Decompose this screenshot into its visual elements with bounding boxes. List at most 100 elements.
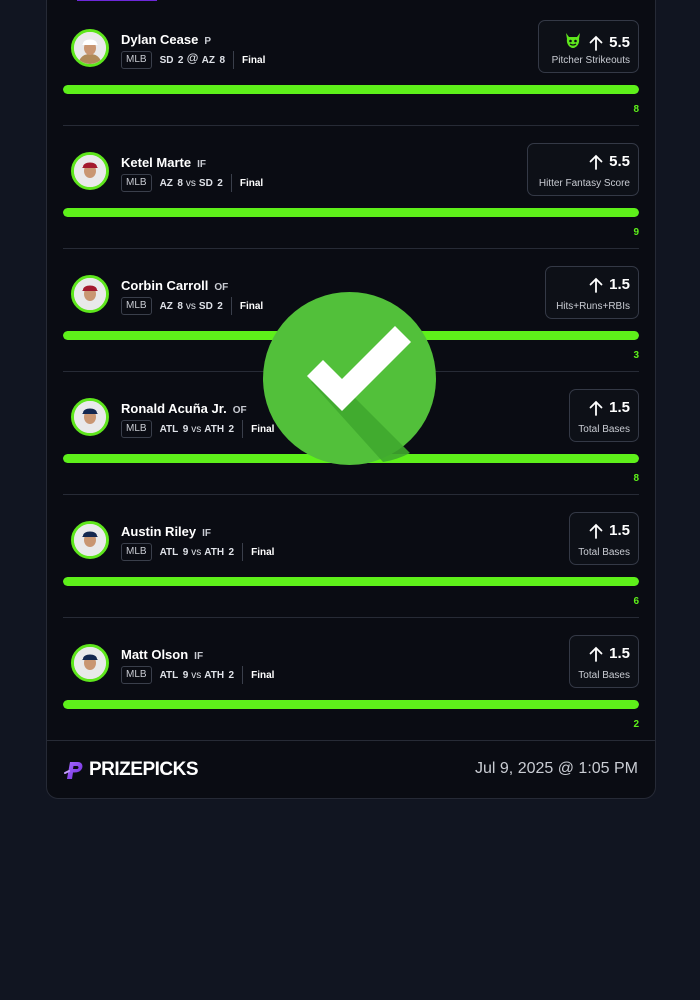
arrow-up-icon: [589, 400, 603, 416]
team1-score: 2: [177, 54, 184, 66]
actual-value: 2: [633, 719, 639, 730]
actual-value: 8: [633, 104, 639, 115]
brand-name: PRIZEPICKS: [89, 759, 199, 780]
arrow-up-icon: [589, 523, 603, 539]
team2-abbr: AZ: [201, 54, 216, 66]
game-info: MLB AZ 8 vs SD 2 Final: [121, 297, 263, 315]
pick-row[interactable]: Ketel Marte IF MLB AZ 8 vs SD 2 Final 5.…: [63, 125, 639, 249]
league-badge: MLB: [121, 174, 152, 192]
stat-type: Hitter Fantasy Score: [538, 178, 630, 189]
actual-value: 6: [633, 596, 639, 607]
league-badge: MLB: [121, 51, 152, 69]
player-position: OF: [214, 282, 229, 293]
player-avatar: [71, 521, 109, 559]
matchup-separator: vs: [191, 546, 202, 558]
card-top-accent: [77, 0, 157, 1]
projection-box[interactable]: 1.5 Total Bases: [569, 512, 639, 565]
progress-fill: [63, 208, 639, 217]
matchup-separator: @: [186, 51, 199, 65]
player-avatar: [71, 29, 109, 67]
projection-box[interactable]: 1.5 Hits+Runs+RBIs: [545, 266, 639, 319]
player-avatar: [71, 398, 109, 436]
game-info: MLB AZ 8 vs SD 2 Final: [121, 174, 263, 192]
team1-abbr: ATL: [159, 546, 179, 558]
stat-type: Total Bases: [578, 670, 630, 681]
stat-type: Hits+Runs+RBIs: [556, 301, 630, 312]
team1-abbr: AZ: [159, 177, 173, 189]
league-badge: MLB: [121, 420, 152, 438]
game-info: MLB ATL 9 vs ATH 2 Final: [121, 666, 274, 684]
arrow-up-icon: [589, 35, 603, 51]
team1-score: 9: [182, 423, 189, 435]
card-footer: PRIZEPICKS Jul 9, 2025 @ 1:05 PM: [47, 740, 655, 798]
matchup-separator: vs: [191, 423, 202, 435]
entry-date: Jul 9, 2025 @ 1:05 PM: [475, 760, 638, 777]
team2-score: 2: [228, 423, 235, 435]
arrow-up-icon: [589, 646, 603, 662]
game-status: Final: [239, 177, 264, 189]
matchup-separator: vs: [191, 669, 202, 681]
divider: [242, 543, 244, 561]
team1-score: 9: [182, 669, 189, 681]
game-status: Final: [242, 54, 266, 66]
arrow-up-icon: [589, 277, 603, 293]
prizepicks-logo[interactable]: PRIZEPICKS: [63, 759, 199, 781]
team1-abbr: ATL: [159, 423, 179, 435]
pick-row[interactable]: Dylan Cease P MLB SD 2 @ AZ 8 Final 5.5 …: [63, 2, 639, 126]
actual-value: 3: [633, 350, 639, 361]
projection-line: 5.5: [609, 34, 630, 51]
player-name: Corbin Carroll: [121, 278, 209, 293]
team2-score: 2: [228, 546, 235, 558]
projection-line: 1.5: [609, 399, 630, 416]
progress-fill: [63, 577, 639, 586]
team1-abbr: ATL: [159, 669, 179, 681]
league-badge: MLB: [121, 543, 152, 561]
player-position: IF: [194, 651, 204, 662]
divider: [230, 174, 232, 192]
player-name: Dylan Cease: [121, 32, 199, 47]
league-badge: MLB: [121, 297, 152, 315]
projection-box[interactable]: 1.5 Total Bases: [569, 635, 639, 688]
team1-score: 8: [177, 300, 183, 312]
team1-score: 9: [182, 546, 189, 558]
game-info: MLB ATL 9 vs ATH 2 Final: [121, 543, 274, 561]
progress-bar: [63, 208, 639, 217]
projection-box[interactable]: 1.5 Total Bases: [569, 389, 639, 442]
player-position: IF: [197, 159, 206, 170]
player-avatar: [71, 275, 109, 313]
game-info: MLB ATL 9 vs ATH 2 Final: [121, 420, 274, 438]
projection-box[interactable]: 5.5 Hitter Fantasy Score: [527, 143, 639, 196]
team1-abbr: AZ: [159, 300, 173, 312]
pick-row[interactable]: Austin Riley IF MLB ATL 9 vs ATH 2 Final…: [63, 494, 639, 618]
team2-score: 2: [217, 177, 223, 189]
team2-score: 8: [219, 54, 226, 66]
pick-row[interactable]: Matt Olson IF MLB ATL 9 vs ATH 2 Final 1…: [63, 617, 639, 740]
player-avatar: [71, 644, 109, 682]
projection-box[interactable]: 5.5 Pitcher Strikeouts: [538, 20, 639, 73]
divider: [233, 51, 235, 69]
progress-bar: [63, 577, 639, 586]
game-status: Final: [239, 300, 264, 312]
player-name: Ketel Marte: [121, 155, 192, 170]
progress-fill: [63, 700, 639, 709]
projection-line: 5.5: [609, 153, 630, 170]
stat-type: Pitcher Strikeouts: [551, 55, 630, 66]
matchup-separator: vs: [185, 300, 196, 312]
demon-icon: [563, 30, 583, 55]
team2-abbr: ATH: [204, 546, 225, 558]
league-badge: MLB: [121, 666, 152, 684]
player-position: OF: [232, 405, 247, 416]
player-name: Matt Olson: [121, 647, 189, 662]
team1-score: 8: [177, 177, 183, 189]
matchup-separator: vs: [185, 177, 196, 189]
team2-abbr: SD: [198, 177, 213, 189]
team2-score: 2: [217, 300, 223, 312]
player-position: P: [204, 36, 211, 47]
team2-abbr: ATH: [204, 423, 225, 435]
game-status: Final: [251, 669, 275, 681]
game-info: MLB SD 2 @ AZ 8 Final: [121, 51, 265, 69]
divider: [242, 420, 244, 438]
team2-abbr: SD: [198, 300, 213, 312]
divider: [242, 666, 244, 684]
player-avatar: [71, 152, 109, 190]
